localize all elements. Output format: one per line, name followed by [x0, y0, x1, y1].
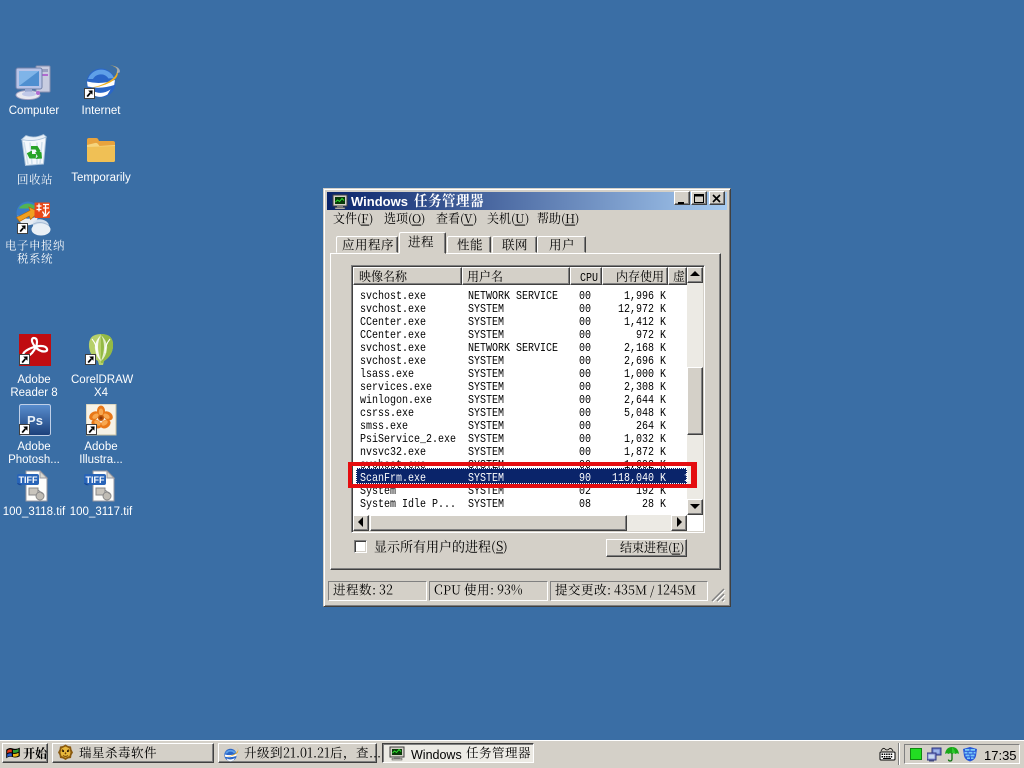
svg-text:TIFF: TIFF: [86, 475, 105, 485]
svg-text:TIFF: TIFF: [19, 475, 38, 485]
